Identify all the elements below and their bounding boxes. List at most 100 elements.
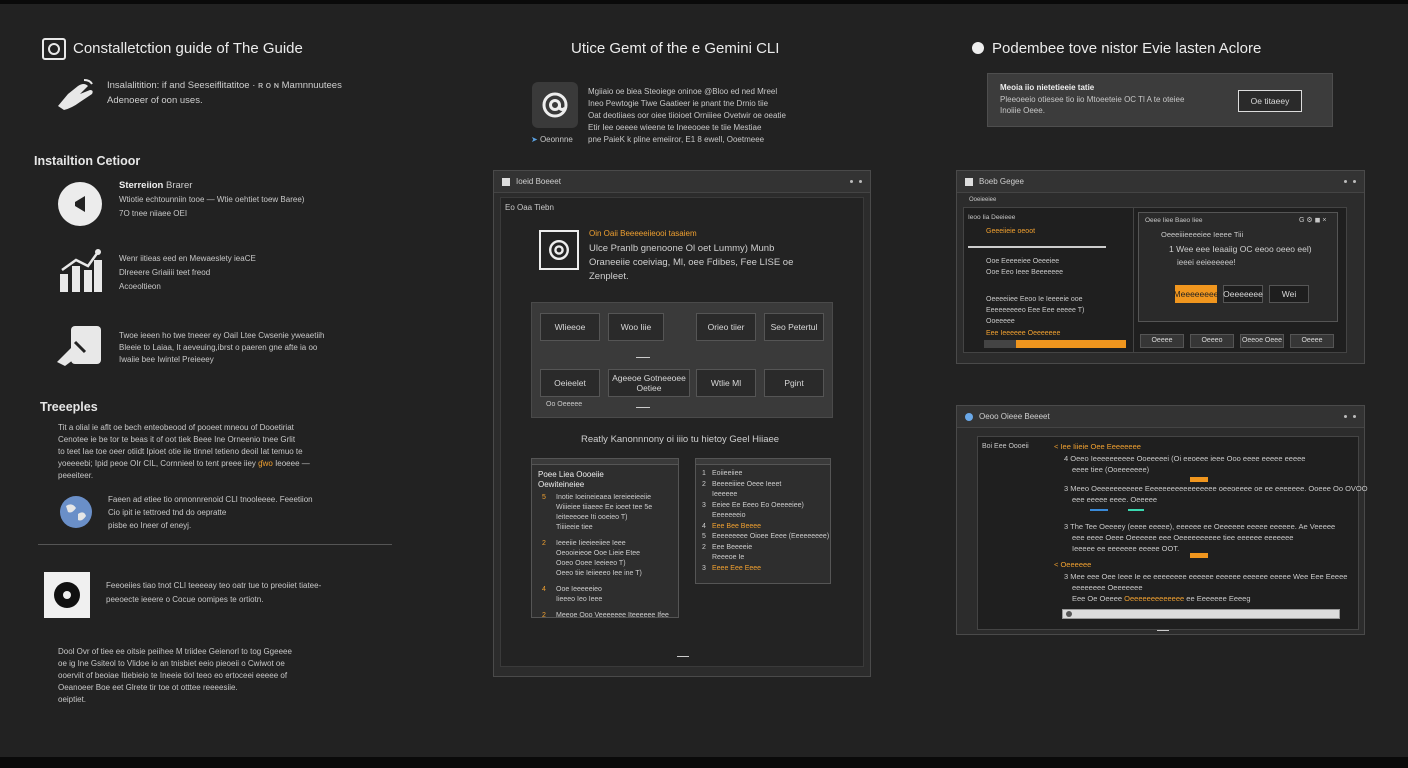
gemini-window-title: Ioeid Boeeet [516,177,561,186]
win2-item-4-text: Mee eee Oee Ieee Ie ee eeeeeeee eeeeee e… [1070,572,1348,581]
win2-item-3-text: The Tee Oeeeey (eeee eeeee), eeeeee ee O… [1070,522,1336,531]
disc-line-1: Feeoeiies tiao tnot CLI teeeeay teo oatr… [106,581,322,590]
list-item-number: 4 [542,586,546,593]
list-item-text: Beeeeiiiee Oeee Ieeet [712,480,782,488]
card-line-2: Oraneeiie coeiviag, Ml, oee Fdibes, Fee … [589,257,794,268]
trouble-line-3: to teet Iae toe oeer otiidt Ipioet otie … [58,447,303,456]
list-item[interactable]: Ieeeeee [702,490,828,500]
list-item-text: Eeee Eee Eeee [712,564,762,572]
list-item[interactable]: 1 Eoiieeiiee [702,469,828,479]
disc-icon [44,572,90,618]
plug-icon [55,322,103,368]
list-item[interactable]: 4 Eee Bee Beeee [702,522,828,532]
disc-line-2: peeoecte ieeere o Cocue oomipes te ortio… [106,595,264,604]
window-menu-icon[interactable] [1344,415,1356,418]
globe-line-3: pisbe eo Ineer of eneyj. [108,521,192,530]
dialog-tertiary-button[interactable]: Wei [1269,285,1309,303]
footer-line-1: Dool Ovr of tiee ee oitsie peiihee M tri… [58,647,292,656]
dialog-primary-button[interactable]: Meeeeeeee [1174,285,1218,303]
win2-input-field[interactable] [1062,609,1340,619]
list-item-text: Ieeeeee [712,491,738,498]
win1-bottom-button-4[interactable]: Oeeee [1290,334,1334,348]
list-item-text: Oeeo tiie Ieiieeeo Iee ine T) [556,570,642,577]
grid-button-4[interactable]: Seo Petertul [764,313,824,341]
list-item[interactable]: 5 Eeeeeeeee Oioee Eeee (Eeeeeeeee) [702,532,830,542]
win2-item-5: Eee Oe Oeeee Oeeeeeeeeeeeee ee Eeeeeee E… [1072,593,1251,604]
list-item[interactable]: 2 Eee Beeeeie [702,543,828,553]
list-item-number: 5 [702,533,706,540]
gemini-intro-2: Ineo Pewtogie Tiwe Gaatieer ie pnant tne… [588,99,769,108]
list-item-number: 3 [702,564,706,572]
window-menu-icon[interactable] [850,180,862,183]
footer-line-4: Oeanoeer Boe eet Glrete tir toe ot ottte… [58,683,238,692]
dialog-tab: Oeee Iiee Baeo Iiee [1145,217,1203,224]
win2-body: Boi Eee Oooeii < Iee Iiieie Oee Eeeeeeee… [977,436,1368,630]
gemini-intro-5: pne PaieK k pline emeiiror, E1 8 ewell, … [588,135,765,144]
win2-item-5-pre: Eee Oe Oeeee [1072,594,1123,603]
gemini-intro-1: Mgiiaio oe biea Steoiege oninoe @Bloo ed… [588,87,778,96]
grid-button-7[interactable]: Wtlie Ml [696,369,756,397]
win2-marker-3 [1128,509,1144,511]
globe-icon [60,496,92,528]
list-item[interactable]: 3 Eeee Eee Eeee [702,564,828,574]
grid-caption: Oo Oeeeee [546,401,583,408]
feature-1-tag: Brarer [166,180,193,191]
grid-button-6[interactable]: Ageeoe Gotneeoee Oetiee [608,369,690,397]
list-item[interactable]: 2 Beeeeiiiee Oeee Ieeet [702,480,828,490]
win2-bottom-divider [1157,630,1169,631]
win1-progress-fill [1016,340,1126,348]
grid-button-3[interactable]: Orieo tiier [696,313,756,341]
win2-tab[interactable]: Boi Eee Oooeii [982,441,1029,452]
troubleshooting-heading: Treeeples [40,400,98,414]
list-item[interactable]: Eeeeeeeio [702,511,828,521]
win2-item-2: 3 Meeo Oeeeeeeeeeee Eeeeeeeeeeeeeeeee oe… [1064,484,1368,493]
grid-button-8[interactable]: Pgint [764,369,824,397]
grid-divider-1 [636,357,650,358]
list-item[interactable]: 3 Eeiee Ee Eeeo Eo Oeeeeiee) [702,501,828,511]
window-menu-icon[interactable] [1344,180,1356,183]
list-item-text: Ooeo Ooee Ieeieeo T) [556,560,626,567]
dialog-secondary-button[interactable]: Oeeeeeee [1223,285,1263,303]
feature-2-line-3: Acoeoltieon [119,282,161,291]
window-icon [965,177,973,186]
grid-button-5[interactable]: Oeieelet [540,369,600,397]
right-window-2-title: Oeoo Oieee Beeeet [979,412,1050,421]
dialog-line-1: 1 Wee eee Ieaaiig OC eeoo oeeo eel) [1169,244,1312,254]
list-item-text: Eoiieeiiee [712,470,743,477]
list-item-number: 5 [542,494,546,501]
left-divider [38,544,392,545]
win1-bottom-button-3[interactable]: Oeeoe Oeee [1240,334,1284,348]
win1-selected-row[interactable]: Geeeiieie oeoot [968,224,1106,248]
win1-left-pane: Ieoo Iia Deeieee Geeeiieie oeoot Ooe Eee… [964,208,1134,352]
grid-button-2[interactable]: Woo Iiie [608,313,664,341]
list-item-text: Eeeeeeeee Oioee Eeee (Eeeeeeeee) [712,533,830,540]
footer-line-3: ooerviit of beoiae Itiebieio te Ineeie t… [58,671,288,680]
win2-section: < Oeeeeee [1054,560,1092,569]
win1-tab-left[interactable]: Ieoo Iia Deeieee [968,212,1015,223]
search-icon [1066,611,1072,617]
list-item-number: 4 [702,522,706,530]
dialog-panel: Oeee Iiee Baeo Iiee G ⚙ ◼ × Oeeeiiieeeei… [1138,212,1338,322]
list-item[interactable]: Reeeoe Ie [702,553,828,563]
gemini-intro-4: Etir Iee oeeee wieene te Ineeooee te tii… [588,123,762,132]
notice-button[interactable]: Oe titaeey [1238,90,1302,112]
win2-section-text: Oeeeeee [1060,560,1092,569]
grid-button-1[interactable]: Wlieeoe [540,313,600,341]
intro-line-1: Insalalitition: if and Seeseiflitatitoe … [107,80,342,91]
win1-item-5: Eeeeeeeeeo Eee Eee eeeee T) [986,307,1085,314]
dialog-title: Oeeeiiieeeeiee Ieeee Tiii [1161,230,1244,239]
gemini-intro-link[interactable]: ➤ Oeonnne [531,134,573,145]
win2-item-2b: eee eeeee eeee. Oeeeee [1072,495,1158,504]
win1-bottom-button-2[interactable]: Oeeeo [1190,334,1234,348]
feature-2-line-2: Dlreeere Griaiiii teet freod [119,268,211,277]
gemini-title: Utice Gemt of the e Gemini CLI [571,40,780,57]
gemini-intro-link-text[interactable]: Oeonnne [540,135,573,144]
win2-item-1: 4 Oeeo Ieeeeeeeeee Ooeeeeei (Oi eeoeee i… [1064,454,1306,463]
win1-bottom-button-1[interactable]: Oeeee [1140,334,1184,348]
win2-item-5-post: ee Eeeeeee Eeeeg [1186,594,1251,603]
list-item-text: Wiiieiee tiiaeee Ee ioeet tee 5e [556,504,653,511]
trouble-line-5: peeeiteer. [58,471,94,480]
list-item-number: 2 [542,540,546,547]
dialog-icons[interactable]: G ⚙ ◼ × [1299,215,1326,226]
feature-1-line-2: 7O tnee niiaee OEI [119,209,188,218]
